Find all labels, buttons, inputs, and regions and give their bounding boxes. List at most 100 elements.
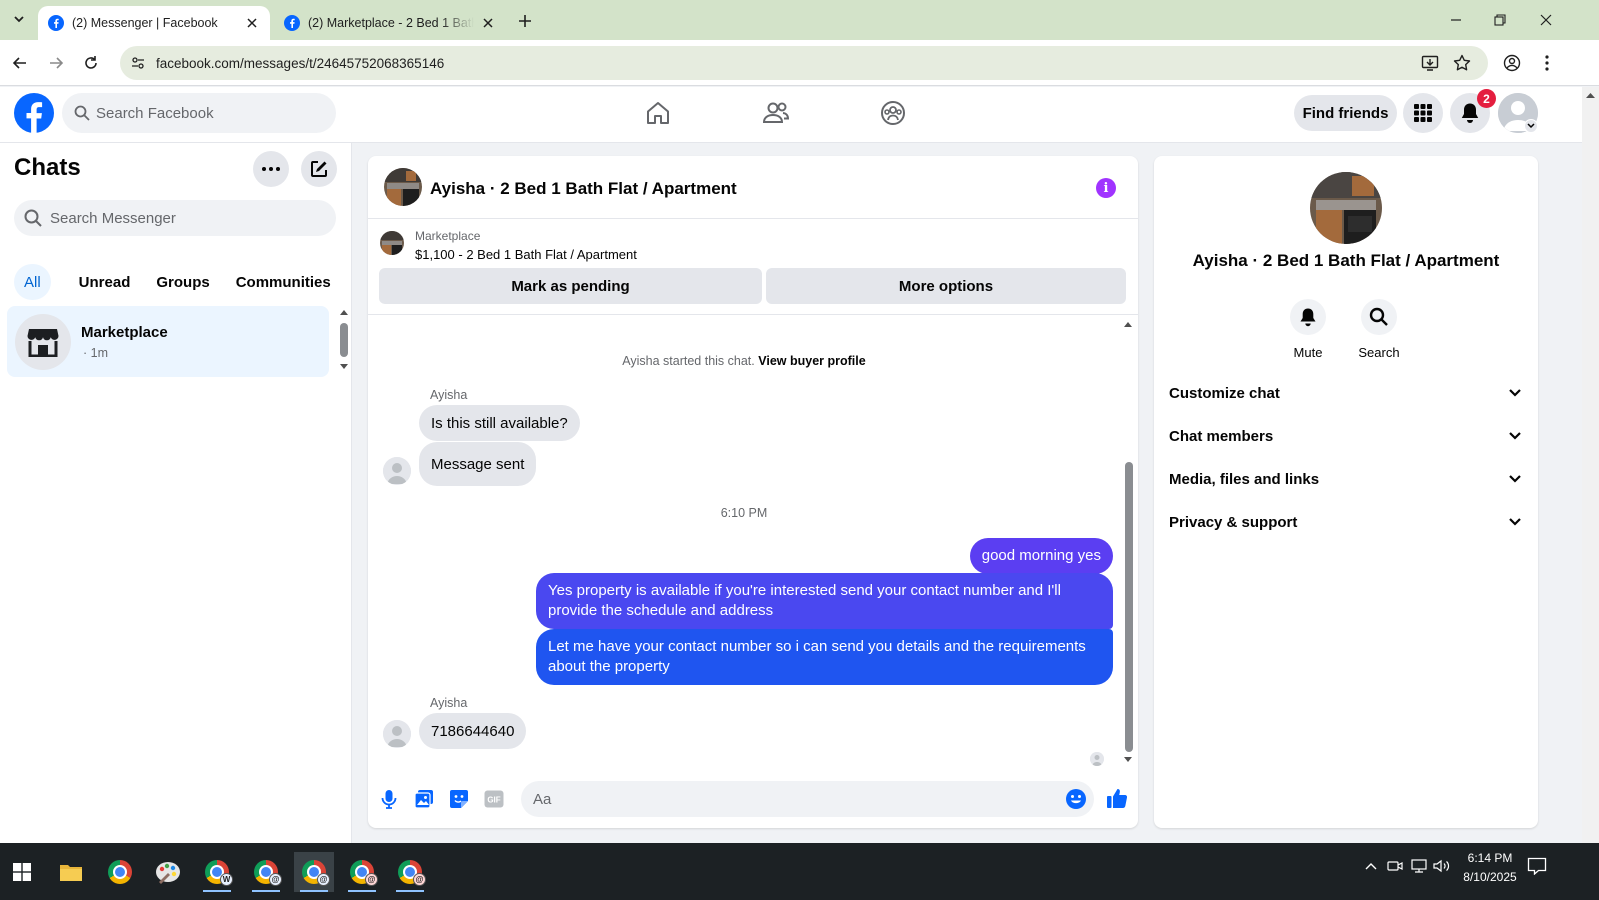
search-action[interactable]: Search	[1349, 299, 1409, 360]
network-icon[interactable]	[1410, 857, 1428, 875]
find-friends-button[interactable]: Find friends	[1294, 95, 1397, 131]
listing-mini-thumbnail	[380, 231, 404, 255]
attach-photo-button[interactable]	[413, 788, 435, 810]
profile-icon[interactable]	[1500, 51, 1524, 75]
sticker-button[interactable]	[448, 788, 470, 810]
browser-menu-icon[interactable]	[1535, 51, 1559, 75]
chrome-taskbar-button[interactable]	[100, 852, 140, 892]
back-button[interactable]	[8, 51, 32, 75]
tab-messenger[interactable]: (2) Messenger | Facebook	[38, 6, 270, 40]
chrome-profile-3-button[interactable]: @	[294, 852, 334, 892]
conversation-info-icon[interactable]: i	[1096, 178, 1116, 198]
address-bar[interactable]: facebook.com/messages/t/2464575206836514…	[120, 46, 1488, 80]
listing-price-title[interactable]: $1,100 - 2 Bed 1 Bath Flat / Apartment	[415, 247, 637, 262]
scroll-down-arrow-icon[interactable]	[339, 363, 349, 371]
system-clock[interactable]: 6:14 PM 8/10/2025	[1450, 849, 1530, 887]
incoming-message[interactable]: Is this still available?	[419, 405, 580, 441]
page-scrollbar[interactable]	[1582, 87, 1599, 843]
file-explorer-button[interactable]	[51, 852, 91, 892]
outgoing-message[interactable]: good morning yes	[969, 538, 1113, 574]
scroll-up-arrow-icon	[1586, 93, 1595, 98]
voice-clip-button[interactable]	[378, 788, 400, 810]
view-buyer-profile-link[interactable]: View buyer profile	[758, 354, 865, 368]
restore-button[interactable]	[1490, 10, 1510, 30]
account-chevron-icon[interactable]	[1524, 119, 1538, 133]
new-tab-button[interactable]	[514, 10, 536, 32]
message-list-scrollbar-thumb[interactable]	[1125, 462, 1133, 752]
minimize-button[interactable]	[1446, 10, 1466, 30]
scroll-up-arrow-icon[interactable]	[339, 308, 349, 316]
windows-taskbar: W @ @ @ @ 6:14 PM 8/10/2025	[0, 843, 1599, 900]
listing-photo[interactable]	[1310, 172, 1382, 244]
sender-avatar[interactable]	[383, 720, 411, 748]
photo-gallery-icon	[414, 790, 433, 809]
outgoing-message[interactable]: Let me have your contact number so i can…	[536, 629, 1113, 685]
like-button[interactable]	[1105, 786, 1129, 810]
chat-list-item[interactable]: Marketplace · 1m	[7, 306, 329, 377]
chrome-profile-w-button[interactable]: W	[197, 852, 237, 892]
forward-button[interactable]	[44, 51, 68, 75]
site-info-icon[interactable]	[122, 55, 154, 71]
media-files-links-section[interactable]: Media, files and links	[1160, 459, 1532, 499]
mute-label: Mute	[1293, 345, 1323, 360]
bookmark-star-icon[interactable]	[1450, 51, 1474, 75]
customize-chat-section[interactable]: Customize chat	[1160, 373, 1532, 413]
sender-name: Ayisha	[430, 388, 468, 402]
search-in-chat-button[interactable]	[1361, 299, 1397, 335]
mute-action[interactable]: Mute	[1278, 299, 1338, 360]
tab-marketplace[interactable]: (2) Marketplace - 2 Bed 1 Bath Flat	[274, 6, 506, 40]
close-window-button[interactable]	[1536, 10, 1556, 30]
scroll-down-arrow-icon[interactable]	[1123, 756, 1133, 764]
sender-avatar[interactable]	[383, 457, 411, 485]
conversation-title[interactable]: Ayisha · 2 Bed 1 Bath Flat / Apartment	[430, 179, 737, 199]
chat-list-scrollbar-thumb[interactable]	[340, 323, 348, 357]
section-label: Privacy & support	[1169, 513, 1298, 531]
outgoing-message[interactable]: Yes property is available if you're inte…	[536, 573, 1113, 629]
incoming-message[interactable]: Message sent	[419, 442, 537, 486]
marketplace-listing-bar: Marketplace $1,100 - 2 Bed 1 Bath Flat /…	[368, 220, 1138, 315]
new-message-button[interactable]	[301, 151, 337, 187]
filter-tab-all[interactable]: All	[14, 264, 51, 300]
filter-tab-groups[interactable]: Groups	[144, 264, 221, 300]
incoming-message[interactable]: 7186644640	[419, 713, 527, 749]
emoji-icon[interactable]	[1065, 788, 1087, 810]
volume-icon[interactable]	[1433, 857, 1451, 875]
filter-tab-unread[interactable]: Unread	[67, 264, 143, 300]
more-options-button[interactable]: More options	[766, 268, 1126, 304]
chat-started-text: Ayisha started this chat.	[622, 354, 755, 368]
message-input-box[interactable]	[521, 781, 1094, 817]
scroll-up-arrow-icon[interactable]	[1123, 320, 1133, 328]
close-tab-icon[interactable]	[480, 15, 496, 31]
filter-tab-communities[interactable]: Communities	[224, 264, 343, 300]
chrome-profile-5-button[interactable]: @	[390, 852, 430, 892]
listing-thumbnail[interactable]	[384, 168, 422, 206]
chrome-profile-4-button[interactable]: @	[342, 852, 382, 892]
notification-center-icon[interactable]	[1526, 855, 1548, 877]
messenger-search-input[interactable]	[50, 209, 320, 227]
facebook-search[interactable]	[62, 93, 336, 133]
chrome-profile-2-button[interactable]: @	[246, 852, 286, 892]
mute-button[interactable]	[1290, 299, 1326, 335]
show-hidden-icons[interactable]	[1362, 857, 1380, 875]
home-nav[interactable]	[642, 97, 674, 129]
mark-as-pending-button[interactable]: Mark as pending	[379, 268, 762, 304]
install-app-icon[interactable]	[1418, 51, 1442, 75]
friends-nav[interactable]	[760, 97, 792, 129]
tab-search-button[interactable]	[8, 8, 30, 30]
chat-members-section[interactable]: Chat members	[1160, 416, 1532, 456]
reload-button[interactable]	[79, 51, 103, 75]
paint-taskbar-button[interactable]	[148, 852, 188, 892]
privacy-support-section[interactable]: Privacy & support	[1160, 502, 1532, 542]
menu-button[interactable]	[1403, 93, 1443, 133]
message-input[interactable]	[533, 790, 1053, 808]
meet-now-icon[interactable]	[1386, 857, 1404, 875]
facebook-search-input[interactable]	[96, 104, 316, 122]
start-button[interactable]	[2, 852, 42, 892]
close-tab-icon[interactable]	[244, 15, 260, 31]
groups-nav[interactable]	[877, 97, 909, 129]
facebook-logo-icon[interactable]	[14, 93, 54, 133]
messenger-search[interactable]	[14, 200, 336, 236]
gif-button[interactable]: GIF	[483, 788, 505, 810]
chat-details-pane: Ayisha · 2 Bed 1 Bath Flat / Apartment M…	[1154, 156, 1538, 828]
chat-options-button[interactable]	[253, 151, 289, 187]
